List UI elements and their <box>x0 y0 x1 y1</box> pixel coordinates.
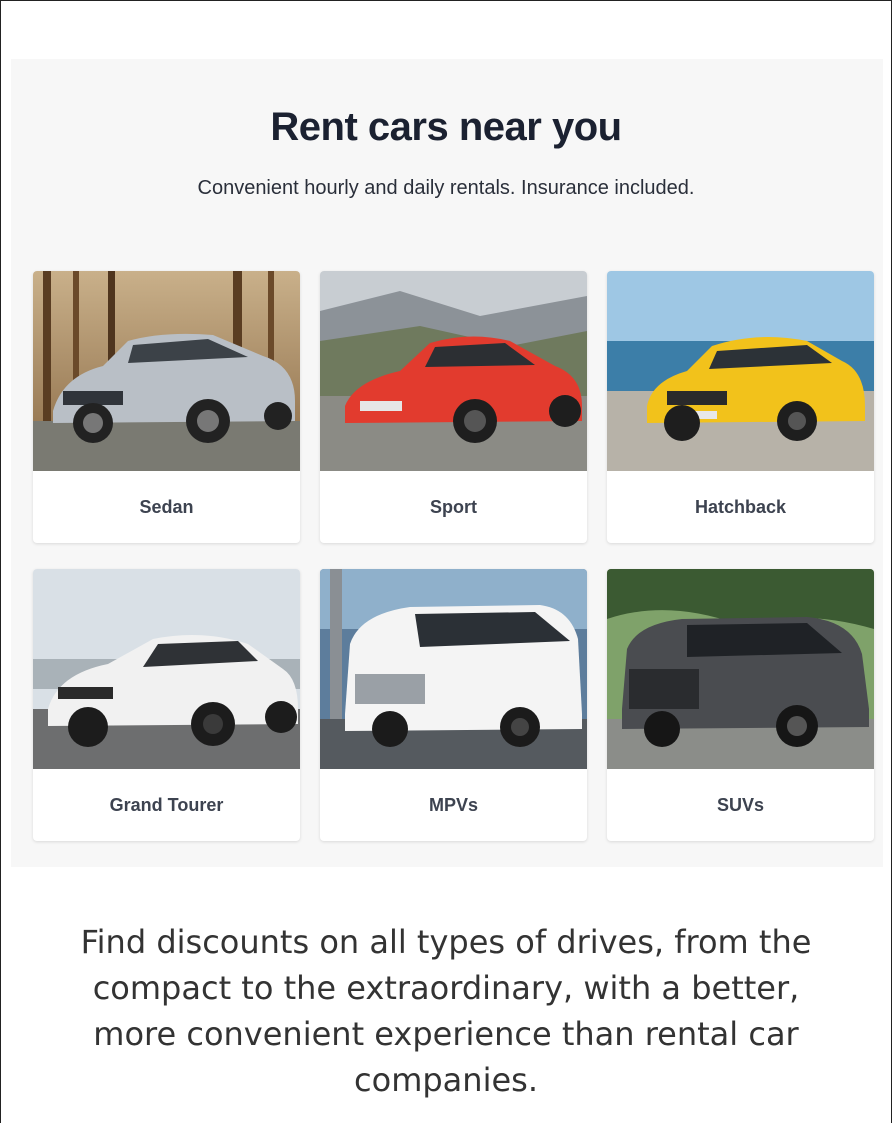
sport-photo <box>320 271 587 471</box>
category-card-grand-tourer[interactable]: Grand Tourer <box>33 569 300 841</box>
category-label: Hatchback <box>694 497 787 517</box>
category-card-sedan[interactable]: Sedan <box>33 271 300 543</box>
category-label: Sedan <box>139 497 194 517</box>
category-card-sport[interactable]: Sport <box>320 271 587 543</box>
sedan-photo <box>33 271 300 471</box>
hatchback-photo <box>607 271 874 471</box>
page-title: Rent cars near you <box>270 105 622 149</box>
mpvs-photo <box>320 569 587 769</box>
category-label: Sport <box>430 497 477 517</box>
category-label: SUVs <box>716 795 765 815</box>
suvs-photo <box>607 569 874 769</box>
category-label: MPVs <box>428 795 479 815</box>
page-subtitle: Convenient hourly and daily rentals. Ins… <box>197 177 695 199</box>
category-card-hatchback[interactable]: Hatchback <box>607 271 874 543</box>
category-card-mpvs[interactable]: MPVs <box>320 569 587 841</box>
description-text: Find discounts on all types of drives, f… <box>80 923 812 1099</box>
grand-tourer-photo <box>33 569 300 769</box>
page-frame: Rent cars near you Convenient hourly and… <box>0 0 892 1123</box>
category-card-suvs[interactable]: SUVs <box>607 569 874 841</box>
category-label: Grand Tourer <box>109 795 224 815</box>
